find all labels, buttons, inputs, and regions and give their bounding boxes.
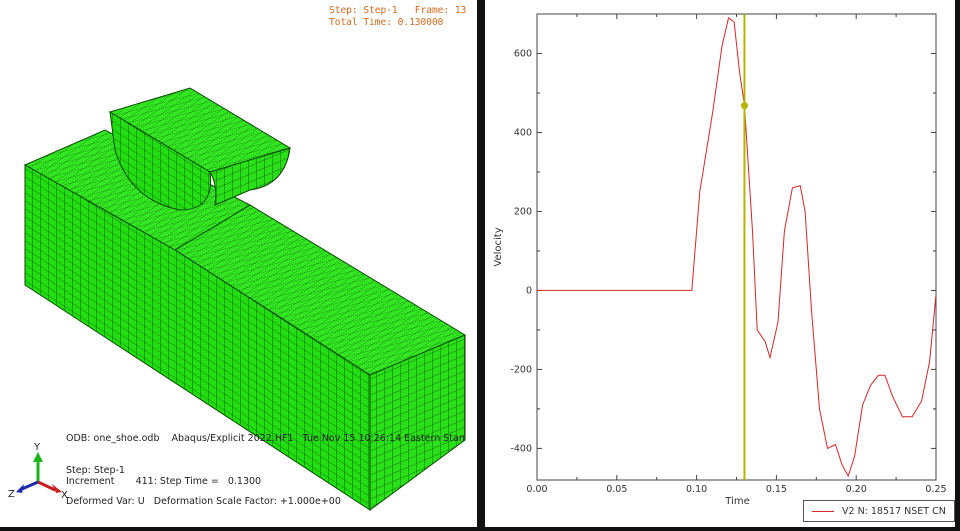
legend-label: V2 N: 18517 NSET CN	[842, 505, 946, 517]
x-axis-label: Time	[724, 496, 749, 507]
legend-swatch	[812, 510, 834, 512]
x-tick-label: 0.15	[766, 484, 787, 495]
abaqus-viewport[interactable]: Step: Step-1 Frame: 13 Total Time: 0.130…	[0, 0, 477, 527]
time-cursor-marker	[740, 102, 748, 110]
xy-plot-viewport[interactable]: 0.00 0.05 0.10 0.15 0.20 0.25 -400 -200 0 200 400 6…	[485, 0, 955, 527]
increment-info: Increment 411: Step Time = 0.1300	[66, 476, 262, 487]
series-line-v2	[537, 17, 937, 478]
deformation-info: Deformed Var: U Deformation Scale Factor…	[66, 496, 341, 507]
x-tick-label: 0.25	[925, 484, 946, 495]
x-tick-label: 0.05	[606, 484, 627, 495]
y-tick-label: 600	[514, 48, 532, 59]
x-tick-label: 0.10	[686, 484, 707, 495]
y-tick-label: 400	[514, 127, 532, 138]
odb-info: ODB: one_shoe.odb Abaqus/Explicit 2022.H…	[66, 433, 465, 444]
triad: Y Z X	[8, 442, 68, 501]
y-tick-label: -200	[510, 364, 532, 375]
x-tick-label: 0.20	[846, 484, 867, 495]
step-info: Step: Step-1	[66, 465, 125, 476]
y-axis-label: Velocity	[493, 227, 504, 266]
triad-z-label: Z	[8, 489, 15, 500]
y-tick-label: 0	[526, 285, 532, 296]
triad-y-label: Y	[33, 442, 41, 453]
chart-legend: V2 N: 18517 NSET CN	[803, 500, 955, 522]
velocity-chart: 0.00 0.05 0.10 0.15 0.20 0.25 -400 -200 0 200 400 6…	[493, 13, 947, 507]
y-tick-label: 200	[514, 206, 532, 217]
mesh-model: Y Z X	[8, 87, 467, 511]
plot-frame	[536, 13, 937, 481]
x-tick-label: 0.00	[526, 484, 547, 495]
y-tick-label: -400	[510, 443, 532, 454]
